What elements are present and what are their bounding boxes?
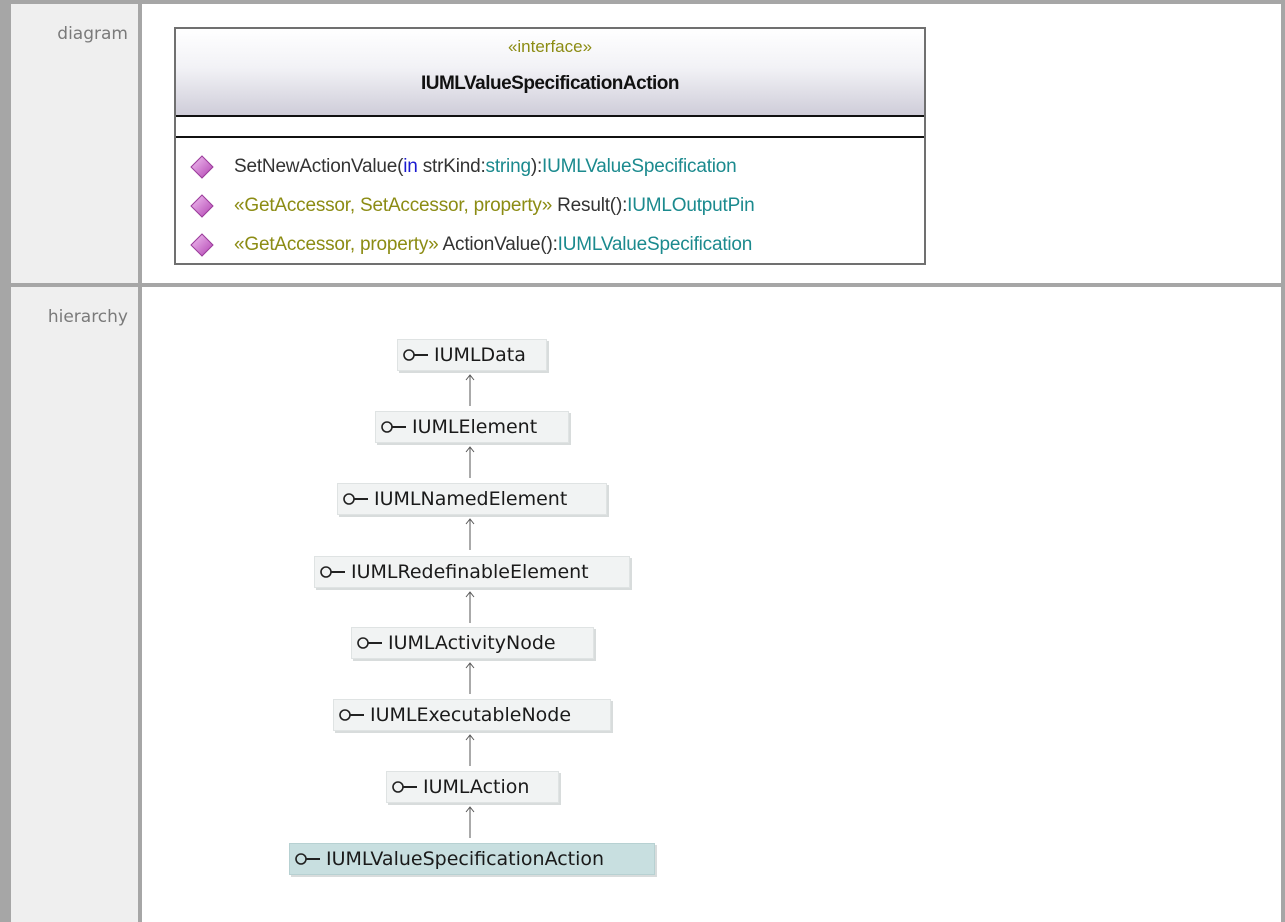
operation-set-new-action-value[interactable]: SetNewActionValue(in strKind:string):IUM… (190, 149, 918, 188)
hierarchy-node-iumlexecutablenode[interactable]: IUMLExecutableNode (333, 699, 611, 731)
table-left-border (0, 0, 11, 922)
column-divider (138, 0, 142, 922)
row-divider (0, 283, 1285, 287)
interface-lollipop-icon (343, 493, 368, 505)
operation-stereotype: «GetAccessor, SetAccessor, property» (234, 195, 553, 216)
attributes-separator (176, 136, 924, 138)
operation-close: ): (530, 156, 543, 177)
documentation-table: diagram hierarchy «interface» IUMLValueS… (0, 0, 1285, 922)
interface-lollipop-icon (320, 566, 345, 578)
operation-result[interactable]: «GetAccessor, SetAccessor, property» Res… (190, 188, 918, 227)
interface-class-box[interactable]: «interface» IUMLValueSpecificationAction… (174, 27, 926, 265)
operation-name: ActionValue(): (438, 234, 558, 255)
hierarchy-node-iumlnamedelement[interactable]: IUMLNamedElement (337, 483, 607, 515)
operation-action-value[interactable]: «GetAccessor, property» ActionValue():IU… (190, 227, 918, 266)
interface-lollipop-icon (392, 781, 417, 793)
hierarchy-node-label: IUMLActivityNode (388, 632, 556, 654)
generalization-arrow-icon (465, 591, 475, 623)
table-top-border (0, 0, 1285, 4)
hierarchy-label-cell: hierarchy (11, 287, 138, 922)
return-type-link[interactable]: IUMLValueSpecification (542, 156, 737, 177)
hierarchy-node-iumlredefinableelement[interactable]: IUMLRedefinableElement (314, 556, 630, 588)
interface-lollipop-icon (403, 349, 428, 361)
hierarchy-node-iumlelement[interactable]: IUMLElement (375, 411, 569, 443)
param-type-link[interactable]: string (486, 156, 531, 177)
generalization-arrow-icon (465, 662, 475, 694)
interface-lollipop-icon (295, 853, 320, 865)
hierarchy-node-iumlaction[interactable]: IUMLAction (386, 771, 559, 803)
hierarchy-node-label: IUMLElement (412, 416, 538, 438)
hierarchy-node-label: IUMLRedefinableElement (351, 561, 589, 583)
hierarchy-node-current-iumlvaluespecificationaction[interactable]: IUMLValueSpecificationAction (289, 843, 655, 875)
generalization-arrow-icon (465, 374, 475, 406)
hierarchy-node-label: IUMLValueSpecificationAction (326, 848, 605, 870)
operations-list: SetNewActionValue(in strKind:string):IUM… (190, 149, 918, 266)
public-operation-diamond-icon (190, 194, 214, 218)
hierarchy-node-iumldata[interactable]: IUMLData (397, 339, 547, 371)
generalization-arrow-icon (465, 806, 475, 838)
operation-name: Result(): (552, 195, 628, 216)
interface-lollipop-icon (381, 421, 406, 433)
table-right-border (1281, 0, 1285, 922)
public-operation-diamond-icon (190, 233, 214, 257)
hierarchy-node-label: IUMLNamedElement (374, 488, 568, 510)
generalization-arrow-icon (465, 734, 475, 766)
hierarchy-node-label: IUMLAction (423, 776, 530, 798)
generalization-arrow-icon (465, 518, 475, 550)
param-direction-keyword: in (403, 156, 418, 177)
hierarchy-row-label: hierarchy (47, 307, 128, 327)
hierarchy-node-label: IUMLExecutableNode (370, 704, 572, 726)
interface-lollipop-icon (357, 637, 382, 649)
generalization-arrow-icon (465, 446, 475, 478)
hierarchy-node-iumlactivitynode[interactable]: IUMLActivityNode (351, 627, 594, 659)
return-type-link[interactable]: IUMLOutputPin (627, 195, 754, 216)
public-operation-diamond-icon (190, 155, 214, 179)
interface-stereotype: «interface» (507, 37, 593, 56)
param-name: strKind: (417, 156, 486, 177)
hierarchy-node-label: IUMLData (434, 344, 526, 366)
interface-name[interactable]: IUMLValueSpecificationAction (176, 73, 924, 95)
interface-header: «interface» IUMLValueSpecificationAction (176, 29, 924, 117)
operation-stereotype: «GetAccessor, property» (234, 234, 439, 255)
interface-lollipop-icon (339, 709, 364, 721)
return-type-link[interactable]: IUMLValueSpecification (558, 234, 753, 255)
diagram-row-label: diagram (57, 24, 128, 44)
diagram-label-cell: diagram (11, 4, 138, 283)
operation-name: SetNewActionValue( (234, 156, 404, 177)
